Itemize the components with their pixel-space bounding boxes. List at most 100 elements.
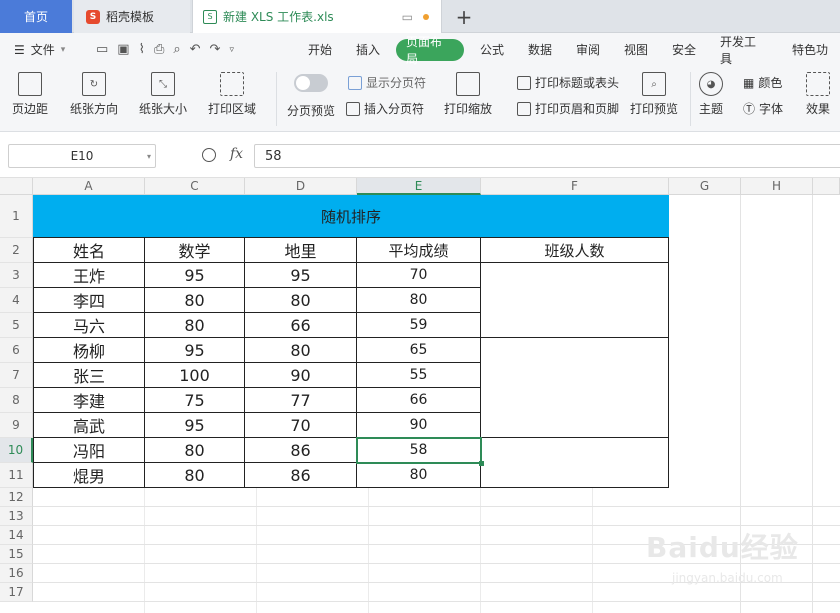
row-header-12[interactable]: 12 xyxy=(0,488,33,507)
table-cell-math[interactable]: 100 xyxy=(145,363,245,388)
undo-icon[interactable]: ↶ xyxy=(190,42,201,57)
save-icon[interactable]: ▣ xyxy=(117,42,129,57)
row-header-6[interactable]: 6 xyxy=(0,338,33,363)
print-icon[interactable]: ⎙ xyxy=(154,42,164,57)
table-cell-geo[interactable]: 70 xyxy=(245,413,357,438)
preview-icon[interactable]: ⌕ xyxy=(173,42,180,57)
table-cell-name[interactable]: 李建 xyxy=(33,388,145,413)
print-preview-button[interactable]: ⌕ 打印预览 xyxy=(630,72,678,117)
menu-features[interactable]: 特色功 xyxy=(780,41,840,58)
menu-data[interactable]: 数据 xyxy=(516,41,564,58)
header-cell-math[interactable]: 数学 xyxy=(145,238,245,263)
row-header-13[interactable]: 13 xyxy=(0,507,33,526)
font-button[interactable]: Ⓣ 字体 xyxy=(743,100,783,117)
table-cell-math[interactable]: 80 xyxy=(145,288,245,313)
row-header-9[interactable]: 9 xyxy=(0,413,33,438)
fx-icon[interactable]: fx xyxy=(230,146,243,162)
table-cell-name[interactable]: 张三 xyxy=(33,363,145,388)
merged-cell-class-size[interactable] xyxy=(481,338,669,438)
row-header-16[interactable]: 16 xyxy=(0,564,33,583)
orientation-button[interactable]: ↻ 纸张方向 xyxy=(70,72,118,117)
redo-icon[interactable]: ↷ xyxy=(210,42,221,57)
table-cell-name[interactable]: 李四 xyxy=(33,288,145,313)
table-cell-geo[interactable]: 90 xyxy=(245,363,357,388)
more-icon[interactable]: ▿ xyxy=(229,45,234,55)
row-header-15[interactable]: 15 xyxy=(0,545,33,564)
format-painter-icon[interactable]: ⌇ xyxy=(139,42,145,57)
table-cell-geo[interactable]: 77 xyxy=(245,388,357,413)
paper-size-button[interactable]: ⤡ 纸张大小 xyxy=(139,72,187,117)
menu-insert[interactable]: 插入 xyxy=(344,41,392,58)
tab-daoke[interactable]: S 稻壳模板 xyxy=(74,0,190,33)
page-preview-toggle[interactable]: 分页预览 xyxy=(287,74,335,119)
effect-button[interactable]: 效果 xyxy=(806,72,830,117)
column-header-e[interactable]: E xyxy=(357,178,481,195)
chevron-down-icon[interactable]: ▾ xyxy=(147,152,151,161)
table-cell-average[interactable]: 80 xyxy=(357,463,481,488)
row-header-1[interactable]: 1 xyxy=(0,195,33,238)
table-cell-geo[interactable]: 80 xyxy=(245,338,357,363)
menu-start[interactable]: 开始 xyxy=(296,41,344,58)
table-cell-math[interactable]: 95 xyxy=(145,413,245,438)
table-cell-name[interactable]: 高武 xyxy=(33,413,145,438)
table-cell-math[interactable]: 80 xyxy=(145,313,245,338)
table-cell-geo[interactable]: 86 xyxy=(245,438,357,463)
row-header-11[interactable]: 11 xyxy=(0,463,33,488)
table-cell-geo[interactable]: 80 xyxy=(245,288,357,313)
column-header-h[interactable]: H xyxy=(741,178,813,195)
table-title-cell[interactable]: 随机排序 xyxy=(33,195,669,238)
table-cell-geo[interactable]: 86 xyxy=(245,463,357,488)
select-all-corner[interactable] xyxy=(0,178,33,195)
print-scale-button[interactable]: 打印缩放 xyxy=(444,72,492,117)
row-header-8[interactable]: 8 xyxy=(0,388,33,413)
row-header-7[interactable]: 7 xyxy=(0,363,33,388)
menu-review[interactable]: 审阅 xyxy=(564,41,612,58)
open-folder-icon[interactable]: ▭ xyxy=(96,42,108,57)
toggle-switch-icon[interactable] xyxy=(294,74,328,92)
table-cell-average[interactable]: 55 xyxy=(357,363,481,388)
table-cell-math[interactable]: 80 xyxy=(145,438,245,463)
row-header-4[interactable]: 4 xyxy=(0,288,33,313)
menu-security[interactable]: 安全 xyxy=(660,41,708,58)
column-header-f[interactable]: F xyxy=(481,178,669,195)
table-cell-name[interactable]: 冯阳 xyxy=(33,438,145,463)
row-header-17[interactable]: 17 xyxy=(0,583,33,602)
fill-handle[interactable] xyxy=(479,461,484,466)
print-header-footer-button[interactable]: 打印页眉和页脚 xyxy=(517,100,619,117)
column-header-g[interactable]: G xyxy=(669,178,741,195)
formula-input[interactable]: 58 xyxy=(254,144,840,168)
merged-cell-class-size[interactable] xyxy=(481,438,669,488)
row-header-2[interactable]: 2 xyxy=(0,238,33,263)
name-box[interactable]: E10 ▾ xyxy=(8,144,156,168)
table-cell-average[interactable]: 90 xyxy=(357,413,481,438)
table-cell-name[interactable]: 王炸 xyxy=(33,263,145,288)
table-cell-geo[interactable]: 95 xyxy=(245,263,357,288)
table-cell-name[interactable]: 焜男 xyxy=(33,463,145,488)
header-cell-name[interactable]: 姓名 xyxy=(33,238,145,263)
show-page-breaks-checkbox[interactable]: 显示分页符 xyxy=(348,74,426,91)
table-cell-name[interactable]: 杨柳 xyxy=(33,338,145,363)
menu-developer[interactable]: 开发工具 xyxy=(708,33,780,67)
print-area-button[interactable]: 打印区域 xyxy=(208,72,256,117)
table-cell-average[interactable]: 70 xyxy=(357,263,481,288)
row-header-3[interactable]: 3 xyxy=(0,263,33,288)
tab-document[interactable]: S 新建 XLS 工作表.xls ▭ xyxy=(192,0,442,33)
table-cell-math[interactable]: 95 xyxy=(145,338,245,363)
row-header-14[interactable]: 14 xyxy=(0,526,33,545)
print-titles-button[interactable]: 打印标题或表头 xyxy=(517,74,619,91)
column-header-d[interactable]: D xyxy=(245,178,357,195)
column-header-c[interactable]: C xyxy=(145,178,245,195)
file-menu[interactable]: ☰ 文件 ▾ xyxy=(0,41,90,58)
table-cell-average[interactable]: 66 xyxy=(357,388,481,413)
menu-view[interactable]: 视图 xyxy=(612,41,660,58)
monitor-icon[interactable]: ▭ xyxy=(402,10,413,24)
header-cell-average[interactable]: 平均成绩 xyxy=(357,238,481,263)
checkbox-icon[interactable] xyxy=(348,75,362,90)
merged-cell-class-size[interactable] xyxy=(481,263,669,338)
table-cell-geo[interactable]: 66 xyxy=(245,313,357,338)
row-header-5[interactable]: 5 xyxy=(0,313,33,338)
menu-page-layout[interactable]: 页面布局 xyxy=(396,35,464,66)
tab-home[interactable]: 首页 xyxy=(0,0,72,33)
header-cell-geo[interactable]: 地里 xyxy=(245,238,357,263)
table-cell-math[interactable]: 75 xyxy=(145,388,245,413)
